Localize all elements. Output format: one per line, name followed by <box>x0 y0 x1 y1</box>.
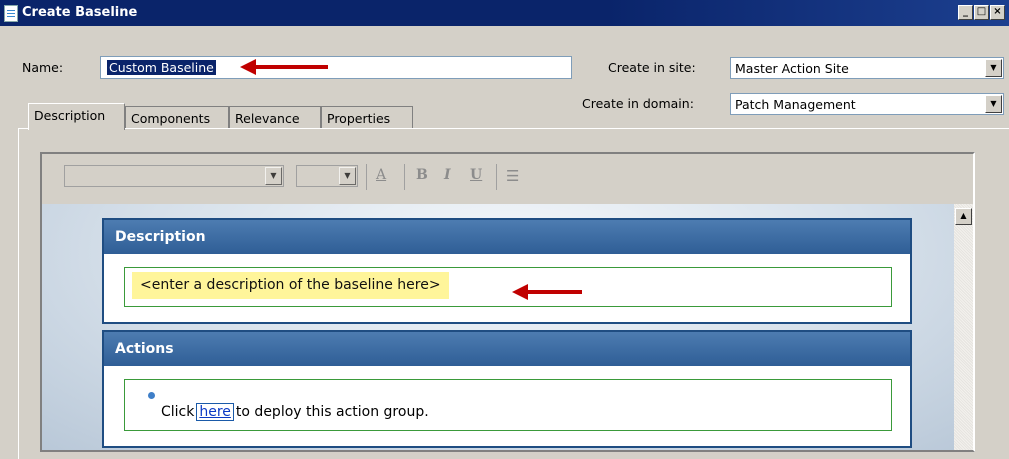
actions-text-after: to deploy this action group. <box>235 404 429 420</box>
description-placeholder[interactable]: <enter a description of the baseline her… <box>132 272 449 299</box>
toolbar-divider <box>496 164 497 190</box>
name-value: Custom Baseline <box>107 60 216 75</box>
red-arrow-icon <box>240 59 328 75</box>
font-family-select[interactable]: ▼ <box>64 165 284 187</box>
editor-content[interactable]: ▲ Description <enter a description of th… <box>42 204 973 450</box>
description-box[interactable]: <enter a description of the baseline her… <box>124 267 892 307</box>
bullet-icon <box>148 392 155 399</box>
underline-icon[interactable]: U <box>470 167 482 183</box>
domain-select[interactable]: Patch Management ▼ <box>730 93 1004 115</box>
chevron-down-icon[interactable]: ▼ <box>985 59 1002 77</box>
numbered-list-icon[interactable]: ☰ <box>506 167 519 185</box>
editor-toolbar: ▼ ▼ A B I U ☰ <box>42 154 973 204</box>
description-panel: Description <enter a description of the … <box>102 218 912 324</box>
vertical-scrollbar[interactable]: ▲ <box>954 204 973 450</box>
actions-text-before: Click <box>161 404 195 420</box>
close-button[interactable]: × <box>990 5 1005 20</box>
site-value: Master Action Site <box>735 61 849 76</box>
window-title: Create Baseline <box>22 5 138 20</box>
font-size-select[interactable]: ▼ <box>296 165 358 187</box>
deploy-link[interactable]: here <box>196 403 234 421</box>
rich-text-editor: ▼ ▼ A B I U ☰ ▲ Description <enter a des… <box>40 152 975 452</box>
domain-value: Patch Management <box>735 97 856 112</box>
toolbar-divider <box>366 164 367 190</box>
toolbar-divider <box>404 164 405 190</box>
chevron-down-icon[interactable]: ▼ <box>339 167 356 185</box>
maximize-button[interactable]: □ <box>974 5 989 20</box>
actions-sentence: Click here to deploy this action group. <box>161 403 429 421</box>
tab-relevance[interactable]: Relevance <box>229 106 321 129</box>
red-arrow-icon <box>512 284 582 300</box>
site-select[interactable]: Master Action Site ▼ <box>730 57 1004 79</box>
scroll-up-icon[interactable]: ▲ <box>955 208 972 225</box>
italic-icon[interactable]: I <box>444 167 451 183</box>
domain-label: Create in domain: <box>582 96 694 111</box>
chevron-down-icon[interactable]: ▼ <box>265 167 282 185</box>
title-bar: Create Baseline _ □ × <box>0 0 1009 26</box>
description-heading: Description <box>104 220 910 254</box>
minimize-button[interactable]: _ <box>958 5 973 20</box>
actions-box: Click here to deploy this action group. <box>124 379 892 431</box>
bold-icon[interactable]: B <box>416 167 428 183</box>
tab-description[interactable]: Description <box>28 103 125 130</box>
actions-heading: Actions <box>104 332 910 366</box>
font-color-icon[interactable]: A <box>376 167 386 183</box>
tab-properties[interactable]: Properties <box>321 106 413 129</box>
tab-components[interactable]: Components <box>125 106 229 129</box>
name-label: Name: <box>22 60 64 75</box>
actions-panel: Actions Click here to deploy this action g… <box>102 330 912 448</box>
site-label: Create in site: <box>608 60 696 75</box>
name-input[interactable]: Custom Baseline <box>100 56 572 79</box>
document-icon <box>4 5 18 22</box>
chevron-down-icon[interactable]: ▼ <box>985 95 1002 113</box>
